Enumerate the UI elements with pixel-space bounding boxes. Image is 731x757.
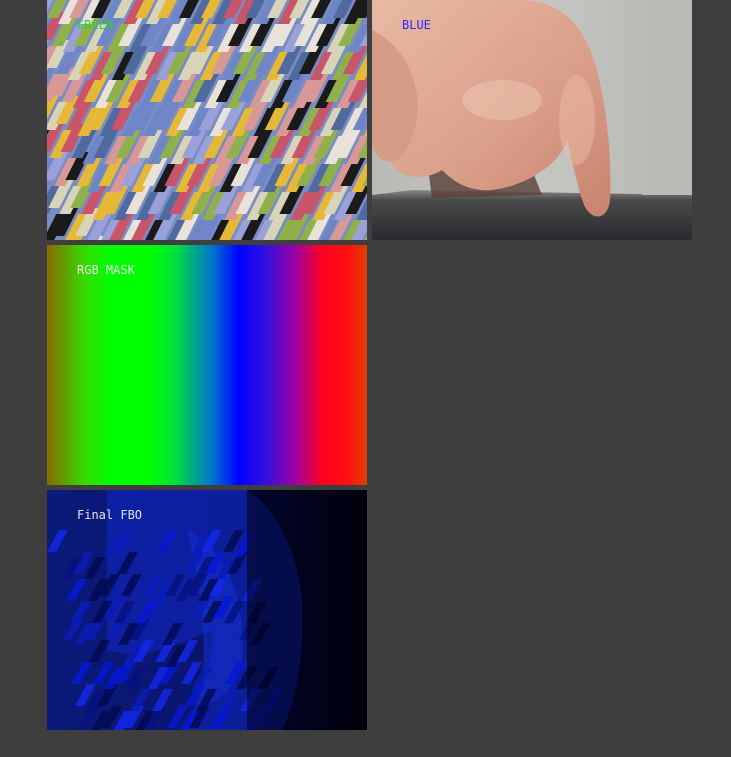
blue-channel-panel: BLUE <box>372 0 692 240</box>
final-composite-image <box>47 490 367 730</box>
panel-label-green: GREEN <box>77 18 114 32</box>
panel-label-final-fbo: Final FBO <box>77 508 143 522</box>
panel-label-rgb-mask: RGB MASK <box>77 263 135 277</box>
final-fbo-panel: Final FBO <box>47 490 367 730</box>
panel-label-blue: BLUE <box>402 18 431 32</box>
green-channel-panel: GREEN <box>47 0 367 240</box>
rgb-mask-panel: RGB MASK <box>47 245 367 485</box>
stripe-pattern-image <box>47 0 367 240</box>
hand-photo-image <box>372 0 692 240</box>
